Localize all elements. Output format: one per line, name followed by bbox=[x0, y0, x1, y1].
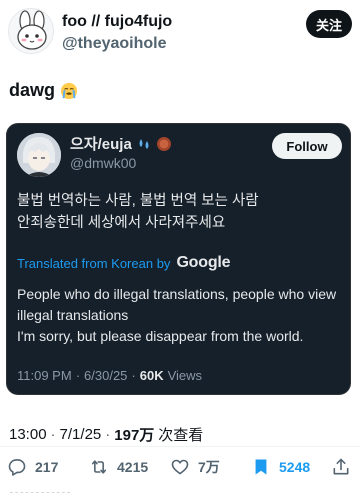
sweat-droplets-icon bbox=[139, 138, 149, 149]
bunny-doodle-avatar-icon bbox=[9, 9, 53, 53]
tweet-views-label: 次查看 bbox=[158, 427, 204, 444]
share-icon bbox=[333, 458, 349, 475]
quoted-views-count: 60K bbox=[139, 368, 164, 383]
quoted-name-row: 으자/euja bbox=[70, 133, 172, 154]
reply-count: 217 bbox=[35, 459, 59, 475]
tweet-date[interactable]: 7/1/25 bbox=[60, 426, 102, 443]
like-count: 7万 bbox=[198, 459, 220, 475]
translation-line: I'm sorry, but please disappear from the… bbox=[17, 328, 304, 344]
tweet-meta: 13:00 · 7/1/25 · 197万 次查看 bbox=[9, 424, 203, 445]
quoted-follow-button[interactable]: Follow bbox=[272, 133, 342, 159]
author-avatar[interactable] bbox=[8, 8, 54, 54]
reply-button[interactable]: 217 bbox=[7, 456, 58, 478]
quoted-meta: 11:09 PM · 6/30/25 · 60K Views bbox=[17, 368, 202, 383]
loudly-crying-face-icon bbox=[60, 82, 78, 99]
follow-button[interactable]: 关注 bbox=[306, 10, 352, 38]
tweet-page: foo // fujo4fujo @theyaoihole 关注 dawg 으자… bbox=[0, 0, 360, 500]
author-display-name[interactable]: foo // fujo4fujo bbox=[62, 12, 172, 32]
retweet-icon bbox=[91, 460, 107, 474]
translation-attribution[interactable]: Translated from Korean by Google bbox=[17, 254, 231, 272]
cut-off-content bbox=[10, 492, 70, 500]
bookmark-count: 5248 bbox=[279, 459, 311, 475]
share-button[interactable] bbox=[331, 456, 351, 478]
retweet-count: 4215 bbox=[117, 459, 149, 475]
author-name-block: foo // fujo4fujo @theyaoihole bbox=[62, 12, 172, 55]
meta-separator: · bbox=[105, 426, 111, 443]
quoted-tweet-card[interactable]: 으자/euja @dmwk00 Follow 불법 번역하는 사람, 불법 번역… bbox=[6, 123, 351, 395]
quoted-display-name[interactable]: 으자/euja bbox=[70, 133, 132, 154]
quoted-meta-separator: · bbox=[75, 368, 81, 383]
divider bbox=[0, 446, 360, 447]
quoted-author-avatar[interactable] bbox=[17, 133, 61, 177]
translation-line: People who do illegal translations, peop… bbox=[17, 286, 337, 323]
round-badge-icon bbox=[156, 136, 171, 151]
reply-icon bbox=[8, 459, 26, 476]
meta-separator: · bbox=[50, 426, 56, 443]
quoted-date[interactable]: 6/30/25 bbox=[84, 368, 127, 383]
quoted-handle[interactable]: @dmwk00 bbox=[70, 155, 136, 171]
anime-character-avatar-icon bbox=[17, 133, 61, 177]
tweet-text-content: dawg bbox=[9, 80, 56, 100]
quoted-views-label: Views bbox=[167, 368, 203, 383]
action-bar: 217 4215 7万 5248 bbox=[7, 456, 353, 478]
quoted-translation: People who do illegal translations, peop… bbox=[17, 284, 342, 347]
translator-name: Google bbox=[176, 254, 231, 271]
bookmark-button[interactable]: 5248 bbox=[251, 456, 310, 478]
retweet-button[interactable]: 4215 bbox=[89, 456, 148, 478]
author-handle[interactable]: @theyaoihole bbox=[62, 33, 172, 55]
bookmark-icon bbox=[255, 459, 267, 475]
tweet-header: foo // fujo4fujo @theyaoihole 关注 bbox=[8, 8, 352, 56]
translation-attribution-label: Translated from Korean by bbox=[17, 255, 171, 271]
quoted-original-text: 불법 번역하는 사람, 불법 번역 보는 사람 안죄송한데 세상에서 사라져주세… bbox=[17, 193, 259, 231]
quoted-meta-separator: · bbox=[131, 368, 136, 383]
like-button[interactable]: 7万 bbox=[170, 456, 220, 478]
tweet-text: dawg bbox=[9, 80, 78, 101]
tweet-views-count: 197万 bbox=[114, 427, 155, 444]
tweet-time[interactable]: 13:00 bbox=[9, 426, 47, 443]
heart-icon bbox=[171, 459, 189, 475]
quoted-time[interactable]: 11:09 PM bbox=[17, 368, 72, 383]
